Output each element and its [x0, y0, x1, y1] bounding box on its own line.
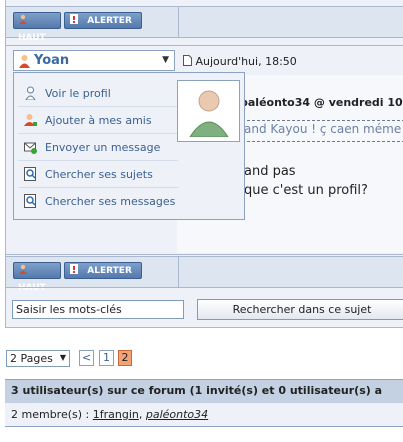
menu-item-search-messages[interactable]: Chercher ses messages [18, 188, 178, 214]
quote-text: and Kayou ! ç caen méme [244, 122, 402, 136]
alert-icon [70, 14, 78, 24]
divider [6, 45, 403, 46]
divider [6, 287, 403, 288]
user-dropdown[interactable]: Yoan ▼ [13, 50, 175, 71]
post-author: Yoan [34, 53, 70, 68]
online-users-list: 2 membre(s) : 1frangin, paléonto34 [5, 403, 403, 427]
menu-item-view-profile[interactable]: Voir le profil [18, 80, 178, 107]
haut-button[interactable]: HAUT [13, 262, 61, 293]
quote-border-top [232, 120, 403, 121]
user-small-icon [19, 14, 27, 24]
menu-item-search-topics[interactable]: Chercher ses sujets [18, 161, 178, 188]
profile-popup-menu: Voir le profil Ajouter à mes amis Envoye… [13, 72, 245, 220]
add-friend-icon [24, 114, 37, 126]
default-avatar-icon [182, 85, 235, 137]
user-icon [25, 86, 36, 100]
quote-border-bottom [232, 141, 403, 142]
search-messages-icon [24, 194, 36, 208]
user-small-icon [19, 264, 27, 274]
quote-header: paléonto34 @ vendredi 10 se [240, 96, 403, 109]
prev-page-button[interactable]: < [79, 350, 94, 366]
member-link[interactable]: paléonto34 [146, 408, 208, 421]
search-input[interactable] [12, 300, 184, 319]
alerter-button[interactable]: ALERTER [64, 262, 142, 279]
online-users-header: 3 utilisateur(s) sur ce forum (1 invité(… [5, 379, 403, 404]
message-line: que c'est un profil? [244, 183, 368, 198]
menu-item-add-friend[interactable]: Ajouter à mes amis [18, 107, 178, 134]
member-link[interactable]: 1frangin [93, 408, 139, 421]
alerter-button[interactable]: ALERTER [64, 12, 142, 29]
pages-select[interactable]: 2 Pages ▼ [6, 350, 70, 367]
alert-icon [70, 264, 78, 274]
search-topic-button[interactable]: Rechercher dans ce sujet [197, 299, 403, 320]
post-date: Aujourd'hui, 18:50 [183, 55, 297, 68]
search-topics-icon [24, 167, 36, 181]
chevron-down-icon: ▼ [59, 353, 66, 362]
haut-button[interactable]: HAUT [13, 12, 61, 43]
send-message-icon [24, 142, 37, 154]
document-icon [183, 55, 192, 66]
chevron-down-icon: ▼ [162, 55, 169, 65]
divider [6, 254, 403, 255]
page-1-link[interactable]: 1 [99, 350, 114, 366]
user-icon [19, 55, 30, 68]
message-line: and pas [244, 164, 296, 179]
avatar [177, 80, 240, 142]
divider [5, 327, 403, 328]
page-2-current: 2 [118, 350, 132, 366]
menu-item-send-message[interactable]: Envoyer un message [18, 134, 178, 161]
